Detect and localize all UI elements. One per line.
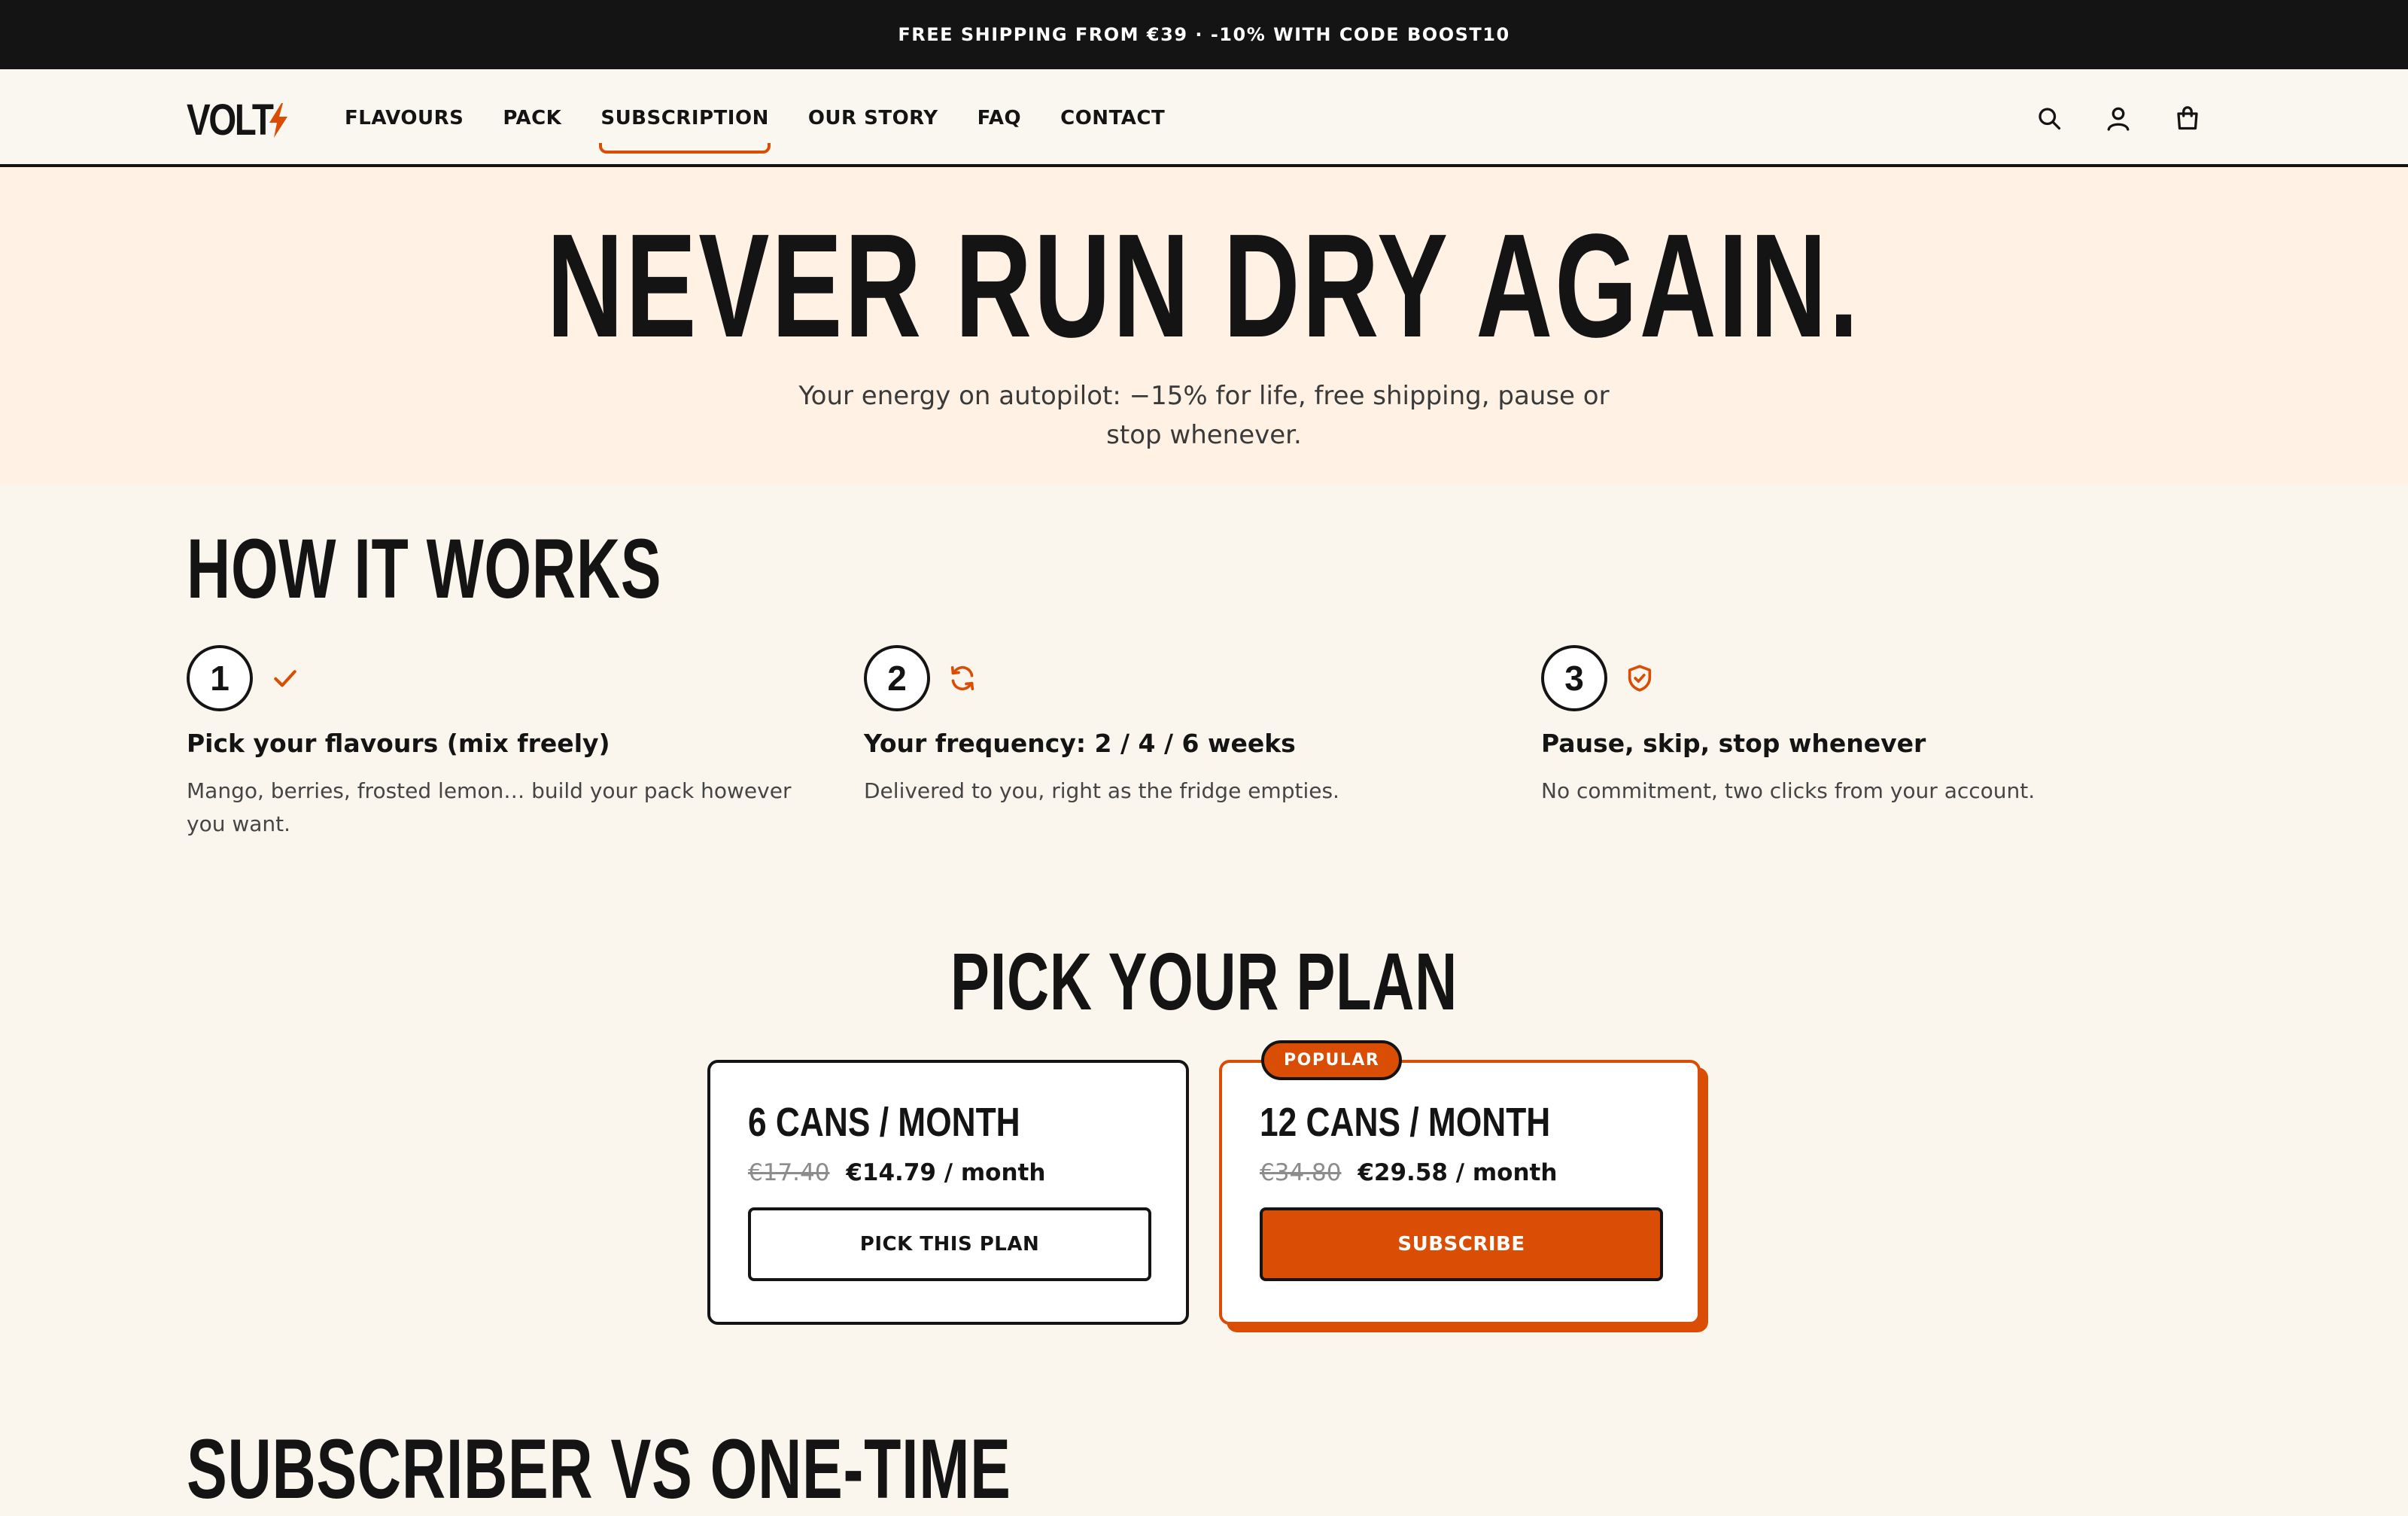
site-header: VOLT FLAVOURS PACK SUBSCRIPTION OUR STOR…	[0, 69, 2408, 167]
search-icon[interactable]	[2030, 99, 2068, 137]
step-description: No commitment, two clicks from your acco…	[1541, 778, 2036, 803]
compare-heading: SUBSCRIBER VS ONE-TIME	[187, 1427, 1332, 1511]
section-title-how: HOW IT WORKS	[187, 522, 662, 616]
account-icon[interactable]	[2099, 99, 2137, 137]
logo-text: VOLT	[187, 96, 274, 145]
announcement-bar: FREE SHIPPING FROM €39 · -10% WITH CODE …	[0, 0, 2408, 69]
plan-old-price: €17.40	[748, 1159, 830, 1186]
plan-new-price: €29.58 / month	[1358, 1159, 1558, 1186]
nav-subscription[interactable]: SUBSCRIPTION	[581, 69, 788, 167]
hero-subtitle: Your energy on autopilot: −15% for life,…	[798, 381, 1610, 450]
step-title: Pick your flavours (mix freely)	[187, 729, 610, 758]
plan-card-6-cans: 6 CANS / MONTH €17.40 €14.79 / month PIC…	[707, 1060, 1189, 1325]
plan-title: 12 CANS / MONTH	[1260, 1100, 1551, 1145]
cart-icon[interactable]	[2169, 99, 2206, 137]
nav-pack[interactable]: PACK	[483, 69, 581, 167]
main-nav: FLAVOURS PACK SUBSCRIPTION OUR STORY FAQ…	[325, 69, 1184, 167]
steps-list: 1 Pick your flavours (mix freely) Mango,…	[187, 644, 2218, 841]
hero-title: NEVER RUN DRY AGAIN.	[546, 203, 1861, 368]
nav-faq[interactable]: FAQ	[958, 69, 1041, 167]
how-it-works-heading: HOW IT WORKS	[187, 527, 847, 611]
nav-contact[interactable]: CONTACT	[1041, 69, 1184, 167]
step-number: 3	[1541, 645, 1607, 711]
plan-old-price: €34.80	[1260, 1159, 1342, 1186]
plan-price: €17.40 €14.79 / month	[748, 1159, 1148, 1186]
shield-check-icon	[1624, 662, 1655, 694]
step-title: Your frequency: 2 / 4 / 6 weeks	[864, 729, 1296, 758]
step-1: 1 Pick your flavours (mix freely) Mango,…	[187, 644, 864, 841]
plan-title: 6 CANS / MONTH	[748, 1100, 1020, 1145]
refresh-icon	[947, 662, 978, 694]
step-title: Pause, skip, stop whenever	[1541, 729, 1926, 758]
nav-flavours[interactable]: FLAVOURS	[325, 69, 483, 167]
step-number: 2	[864, 645, 930, 711]
plan-new-price: €14.79 / month	[846, 1159, 1046, 1186]
logo[interactable]: VOLT	[187, 95, 290, 145]
section-title-plans: PICK YOUR PLAN	[950, 936, 1458, 1027]
step-description: Delivered to you, right as the fridge em…	[864, 778, 1339, 803]
announcement-text: FREE SHIPPING FROM €39 · -10% WITH CODE …	[898, 24, 1510, 45]
header-actions	[2030, 99, 2206, 137]
hero: NEVER RUN DRY AGAIN. Your energy on auto…	[0, 167, 2408, 485]
pick-plan-button[interactable]: PICK THIS PLAN	[748, 1207, 1151, 1281]
step-3: 3 Pause, skip, stop whenever No commitme…	[1541, 644, 2218, 841]
nav-our-story[interactable]: OUR STORY	[789, 69, 958, 167]
popular-badge: POPULAR	[1261, 1040, 1403, 1080]
subscribe-button[interactable]: SUBSCRIBE	[1260, 1207, 1663, 1281]
plans-heading: PICK YOUR PLAN	[0, 941, 2408, 1022]
section-title-compare: SUBSCRIBER VS ONE-TIME	[187, 1422, 1011, 1516]
step-description: Mango, berries, frosted lemon… build you…	[187, 778, 792, 836]
step-number: 1	[187, 645, 253, 711]
plan-card-12-cans: POPULAR 12 CANS / MONTH €34.80 €29.58 / …	[1219, 1040, 1701, 1325]
plan-price: €34.80 €29.58 / month	[1260, 1159, 1660, 1186]
step-2: 2 Your frequency: 2 / 4 / 6 weeks Delive…	[864, 644, 1541, 841]
check-icon	[269, 662, 301, 694]
